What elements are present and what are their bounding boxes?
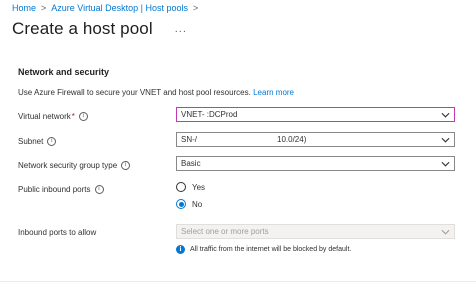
nsg-type-label-text: Network security group type: [18, 161, 118, 170]
required-marker: *: [71, 112, 75, 121]
virtual-network-label-text: Virtual network: [18, 112, 71, 121]
info-icon[interactable]: i: [94, 185, 104, 194]
public-inbound-label-text: Public inbound ports: [18, 185, 91, 194]
nsg-type-label: Network security group type i: [18, 161, 131, 170]
divider: [0, 281, 476, 282]
blocked-traffic-note: i All traffic from the internet will be …: [176, 245, 351, 254]
create-host-pool-page: Home > Azure Virtual Desktop | Host pool…: [0, 0, 476, 283]
breadcrumb-home[interactable]: Home: [12, 3, 36, 13]
info-icon[interactable]: i: [121, 161, 131, 170]
info-icon[interactable]: i: [47, 137, 57, 146]
breadcrumb: Home > Azure Virtual Desktop | Host pool…: [12, 3, 198, 13]
description-text: Use Azure Firewall to secure your VNET a…: [18, 88, 251, 97]
note-text: All traffic from the internet will be bl…: [190, 246, 352, 253]
breadcrumb-separator: >: [41, 3, 47, 13]
section-title: Network and security: [18, 67, 110, 77]
chevron-down-icon: [439, 225, 451, 238]
radio-circle-unchecked[interactable]: [176, 182, 186, 192]
breadcrumb-separator: >: [193, 3, 199, 13]
breadcrumb-host-pools[interactable]: Azure Virtual Desktop | Host pools: [51, 3, 188, 13]
chevron-down-icon: [439, 133, 451, 146]
public-inbound-label: Public inbound ports i: [18, 185, 104, 194]
chevron-down-icon: [439, 157, 451, 170]
radio-label-no: No: [192, 199, 203, 209]
section-description: Use Azure Firewall to secure your VNET a…: [18, 88, 294, 97]
subnet-label: Subnet i: [18, 137, 57, 146]
public-inbound-no-radio[interactable]: No: [176, 199, 202, 209]
inbound-ports-placeholder: Select one or more ports: [181, 227, 269, 236]
virtual-network-dropdown[interactable]: VNET- :DCProd: [176, 107, 455, 122]
inbound-ports-dropdown: Select one or more ports: [176, 224, 455, 239]
more-options-button[interactable]: ...: [175, 23, 187, 35]
title-row: Create a host pool ...: [12, 19, 187, 39]
nsg-type-value: Basic: [181, 159, 201, 168]
chevron-down-icon: [439, 108, 451, 121]
info-filled-icon: i: [176, 245, 185, 254]
subnet-label-text: Subnet: [18, 137, 44, 146]
radio-circle-checked[interactable]: [176, 199, 186, 209]
nsg-type-dropdown[interactable]: Basic: [176, 156, 455, 171]
virtual-network-value: VNET- :DCProd: [181, 110, 238, 119]
inbound-ports-label-text: Inbound ports to allow: [18, 228, 97, 237]
public-inbound-yes-radio[interactable]: Yes: [176, 182, 205, 192]
subnet-dropdown[interactable]: SN-/ 10.0/24): [176, 132, 455, 147]
network-security-panel: Network and security Use Azure Firewall …: [0, 48, 476, 283]
radio-label-yes: Yes: [192, 182, 206, 192]
info-icon[interactable]: i: [78, 112, 88, 121]
page-title: Create a host pool: [12, 19, 153, 38]
inbound-ports-label: Inbound ports to allow: [18, 228, 96, 237]
learn-more-link[interactable]: Learn more: [253, 88, 294, 97]
subnet-value: SN-/ 10.0/24): [181, 135, 307, 144]
virtual-network-label: Virtual network * i: [18, 112, 88, 121]
